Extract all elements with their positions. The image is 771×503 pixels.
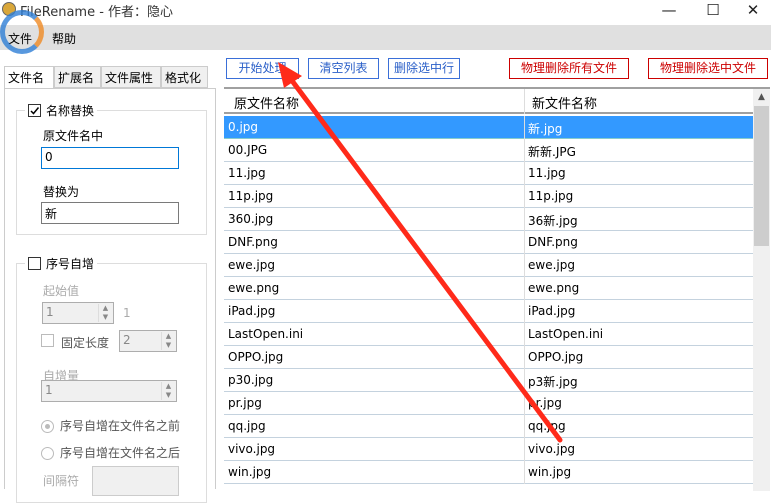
annotation-arrow (278, 62, 563, 443)
